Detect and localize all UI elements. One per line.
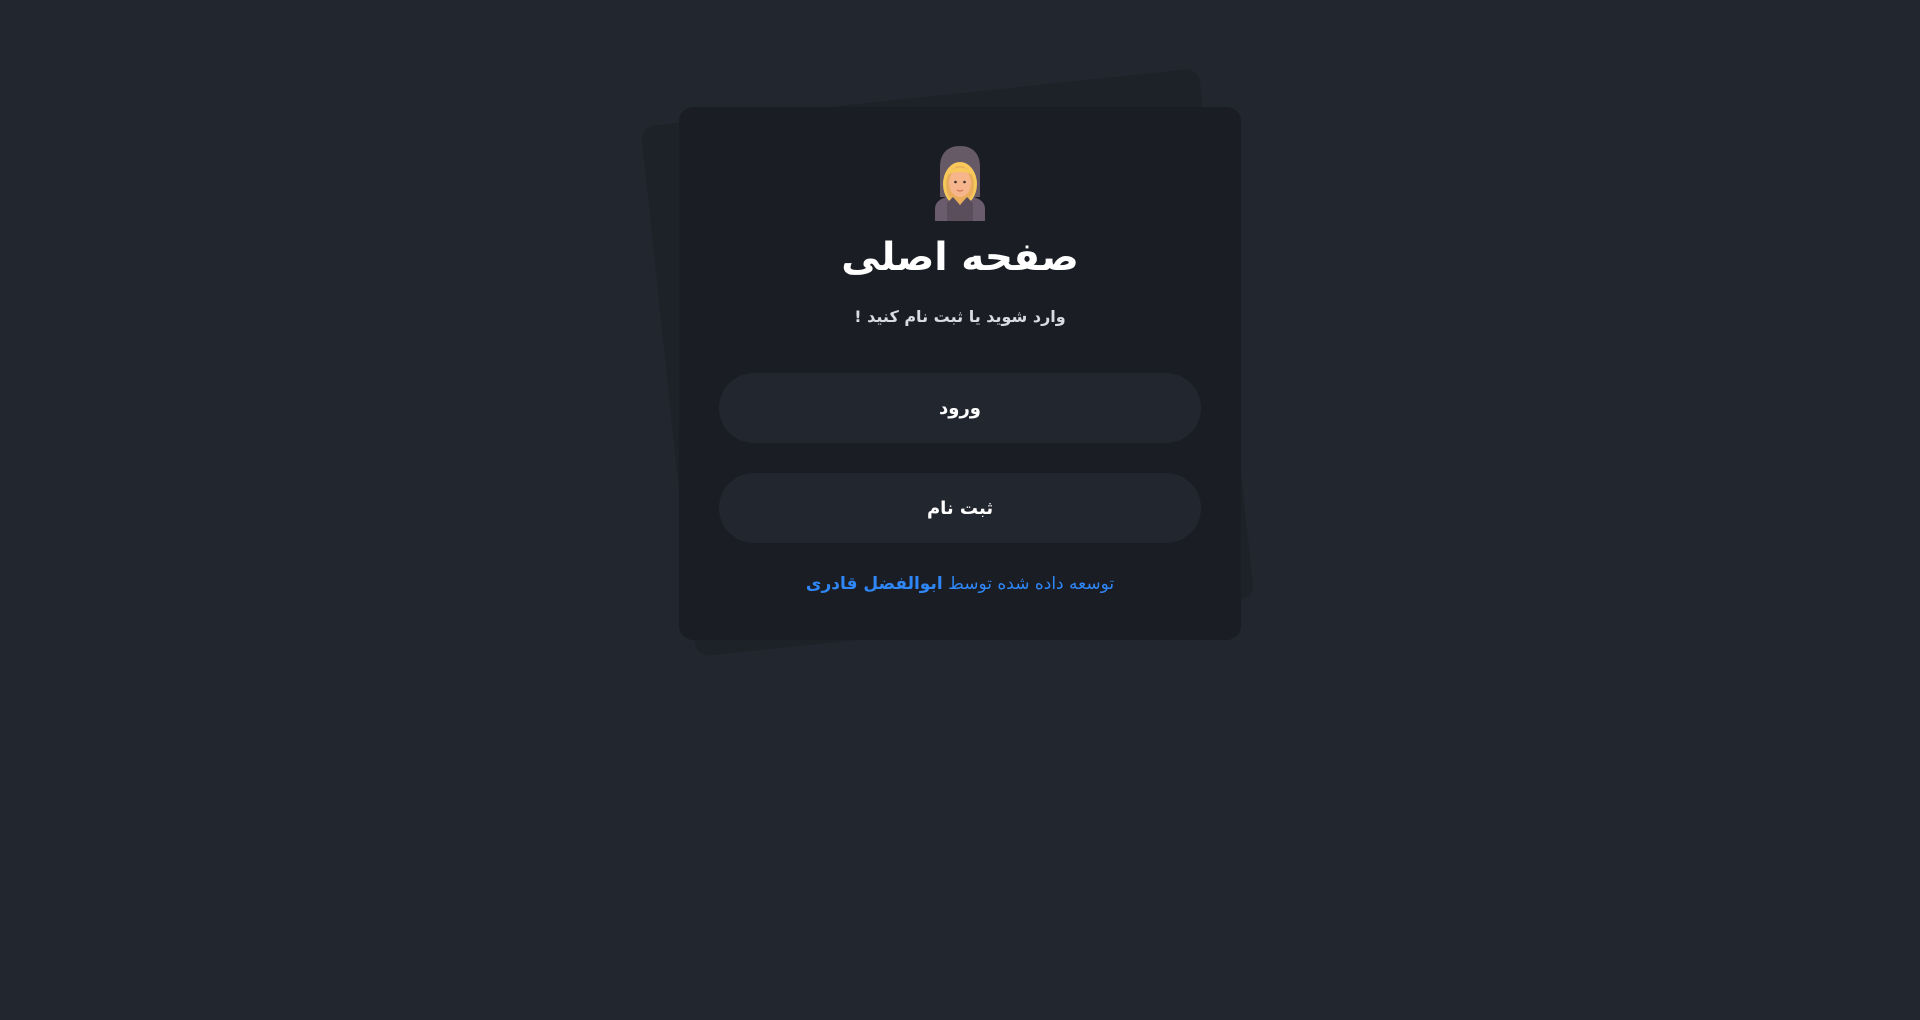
credits-footer: توسعه داده شده توسط ابوالفضل قادری — [679, 574, 1241, 594]
welcome-card: صفحه اصلی وارد شوید یا ثبت نام کنید ! ور… — [679, 107, 1241, 640]
author-link[interactable]: ابوالفضل قادری — [806, 574, 943, 594]
signup-button[interactable]: ثبت نام — [719, 473, 1201, 543]
page-title: صفحه اصلی — [841, 235, 1079, 280]
page-subtitle: وارد شوید یا ثبت نام کنید ! — [854, 307, 1066, 326]
user-avatar-icon — [935, 146, 985, 221]
credits-text: توسعه داده شده توسط — [948, 574, 1115, 594]
login-button[interactable]: ورود — [719, 373, 1201, 443]
page: صفحه اصلی وارد شوید یا ثبت نام کنید ! ور… — [0, 0, 1920, 1020]
